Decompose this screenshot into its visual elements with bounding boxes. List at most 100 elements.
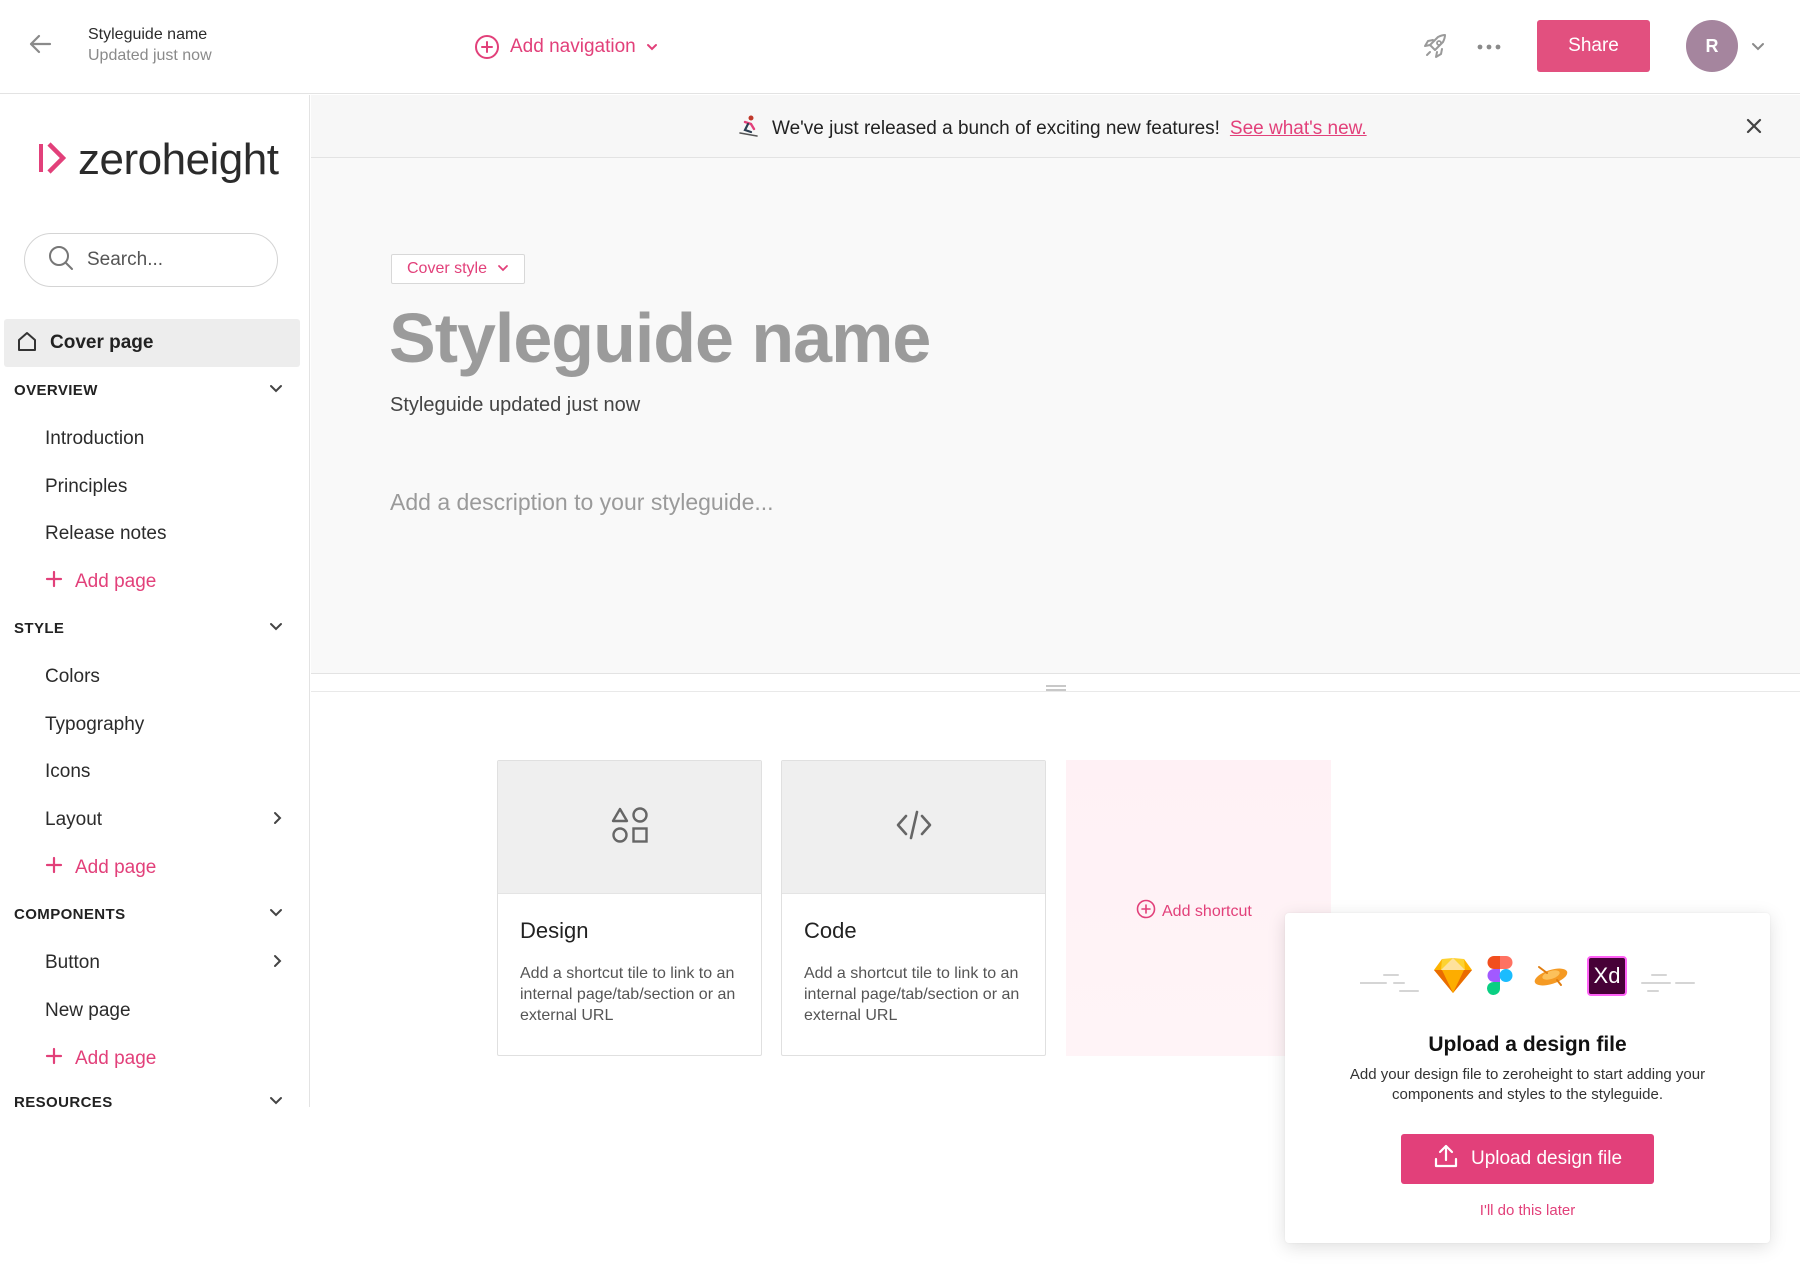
search-placeholder: Search... [87, 249, 164, 270]
cover-title[interactable]: Styleguide name [389, 298, 931, 378]
xd-icon: Xd [1587, 956, 1627, 996]
description-field[interactable]: Add a description to your styleguide... [390, 489, 774, 516]
rocket-icon[interactable] [1418, 30, 1452, 64]
add-shortcut-button[interactable]: Add shortcut [1136, 899, 1252, 924]
shortcut-tile-code[interactable]: Code Add a shortcut tile to link to an i… [781, 760, 1046, 1056]
sidebar-item-typography[interactable]: Typography [45, 707, 285, 743]
tile-description: Add a shortcut tile to link to an intern… [520, 965, 736, 1024]
tile-title: Design [520, 918, 589, 943]
code-icon [894, 805, 934, 850]
add-page-button[interactable]: Add page [45, 851, 156, 885]
tile-thumbnail [782, 761, 1045, 894]
home-icon [16, 330, 38, 357]
avatar[interactable]: R [1686, 20, 1738, 72]
section-label: RESOURCES [14, 1093, 113, 1108]
sidebar-item-label: Button [45, 952, 100, 973]
design-tool-icons: Xd [1359, 953, 1700, 1003]
announcement-banner: We've just released a bunch of exciting … [311, 95, 1800, 158]
sidebar-item-label: Introduction [45, 428, 145, 449]
close-icon[interactable] [1743, 115, 1765, 137]
add-navigation-button[interactable]: Add navigation [474, 32, 658, 62]
back-arrow-icon[interactable] [24, 28, 56, 60]
banner-text: We've just released a bunch of exciting … [772, 118, 1220, 139]
do-this-later-link[interactable]: I'll do this later [1285, 1202, 1770, 1219]
cover-section: Cover style Styleguide name Styleguide u… [311, 158, 1800, 674]
section-label: OVERVIEW [14, 381, 98, 399]
upload-icon [1433, 1143, 1459, 1175]
sidebar-item-release-notes[interactable]: Release notes [45, 516, 285, 552]
tile-description: Add a shortcut tile to link to an intern… [804, 965, 1020, 1024]
chevron-right-icon [269, 953, 285, 974]
add-page-button[interactable]: Add page [45, 1042, 156, 1076]
sidebar-item-label: Typography [45, 714, 145, 735]
plus-icon [45, 570, 63, 594]
sidebar-item-icons[interactable]: Icons [45, 754, 285, 790]
section-label: STYLE [14, 619, 65, 637]
logo-text: zeroheight [78, 135, 279, 184]
cover-updated-text: Styleguide updated just now [390, 394, 641, 416]
logo[interactable]: zeroheight [38, 135, 279, 185]
add-page-label: Add page [75, 1048, 157, 1069]
banner-content: We've just released a bunch of exciting … [736, 113, 1367, 145]
add-page-label: Add page [75, 571, 157, 592]
cover-style-button[interactable]: Cover style [391, 254, 525, 284]
zeroheight-logo-icon [38, 140, 67, 181]
plus-circle-icon [474, 34, 500, 60]
sidebar-item-layout[interactable]: Layout [45, 802, 285, 838]
cover-style-label: Cover style [406, 260, 488, 277]
shapes-icon [610, 805, 650, 850]
section-style[interactable]: STYLE [14, 613, 284, 643]
document-title[interactable]: Styleguide name [88, 26, 207, 44]
add-navigation-label: Add navigation [510, 36, 636, 57]
sidebar-item-label: Layout [45, 809, 103, 830]
sidebar-item-button[interactable]: Button [45, 945, 285, 981]
document-status: Updated just now [88, 47, 212, 64]
sidebar-item-label: Colors [45, 666, 100, 687]
add-shortcut-label: Add shortcut [1162, 902, 1252, 920]
search-input[interactable]: Search... [24, 233, 278, 287]
popup-description: Add your design file to zeroheight to st… [1349, 1066, 1706, 1103]
chevron-right-icon [269, 810, 285, 831]
tile-title: Code [804, 918, 857, 943]
share-button[interactable]: Share [1537, 20, 1650, 72]
app-root: Styleguide name Updated just now Add nav… [0, 0, 1800, 1280]
sidebar-item-label: New page [45, 1000, 131, 1021]
resize-handle[interactable] [1044, 680, 1068, 691]
chevron-down-icon [268, 380, 284, 401]
chevron-down-icon [646, 42, 658, 52]
chevron-down-icon [268, 618, 284, 639]
sidebar-item-new-page[interactable]: New page [45, 993, 285, 1029]
sidebar-item-cover-page[interactable]: Cover page [4, 319, 300, 367]
skier-icon [736, 113, 762, 145]
chevron-down-icon[interactable] [1748, 36, 1768, 56]
sidebar: zeroheight Search... Cover page OVERVIEW… [0, 95, 310, 1107]
sidebar-item-principles[interactable]: Principles [45, 469, 285, 505]
figma-icon [1487, 956, 1513, 1001]
upload-design-popup: Xd Upload a design file Add your design … [1285, 913, 1770, 1243]
tile-thumbnail [498, 761, 761, 894]
upload-design-file-button[interactable]: Upload design file [1401, 1134, 1654, 1184]
top-bar: Styleguide name Updated just now Add nav… [0, 0, 1800, 94]
shortcut-tile-design[interactable]: Design Add a shortcut tile to link to an… [497, 760, 762, 1056]
plus-circle-icon [1136, 899, 1156, 924]
whats-new-link[interactable]: See what's new. [1230, 118, 1367, 140]
section-overview[interactable]: OVERVIEW [14, 375, 284, 405]
chevron-down-icon [268, 1092, 284, 1108]
add-page-label: Add page [75, 857, 157, 878]
sketch-icon [1433, 957, 1473, 1000]
section-resources[interactable]: RESOURCES [14, 1087, 284, 1107]
sidebar-item-label: Principles [45, 476, 128, 497]
sidebar-item-introduction[interactable]: Introduction [45, 421, 285, 457]
upload-button-label: Upload design file [1470, 1148, 1623, 1169]
plus-icon [45, 1047, 63, 1071]
sidebar-item-label: Cover page [50, 332, 154, 353]
section-label: COMPONENTS [14, 905, 126, 923]
section-components[interactable]: COMPONENTS [14, 899, 284, 929]
search-icon [47, 244, 75, 277]
abstract-icon [1531, 959, 1571, 998]
sidebar-item-label: Release notes [45, 523, 167, 544]
add-page-button[interactable]: Add page [45, 565, 156, 599]
more-icon[interactable] [1472, 30, 1506, 64]
popup-title: Upload a design file [1428, 1033, 1627, 1056]
sidebar-item-colors[interactable]: Colors [45, 659, 285, 695]
